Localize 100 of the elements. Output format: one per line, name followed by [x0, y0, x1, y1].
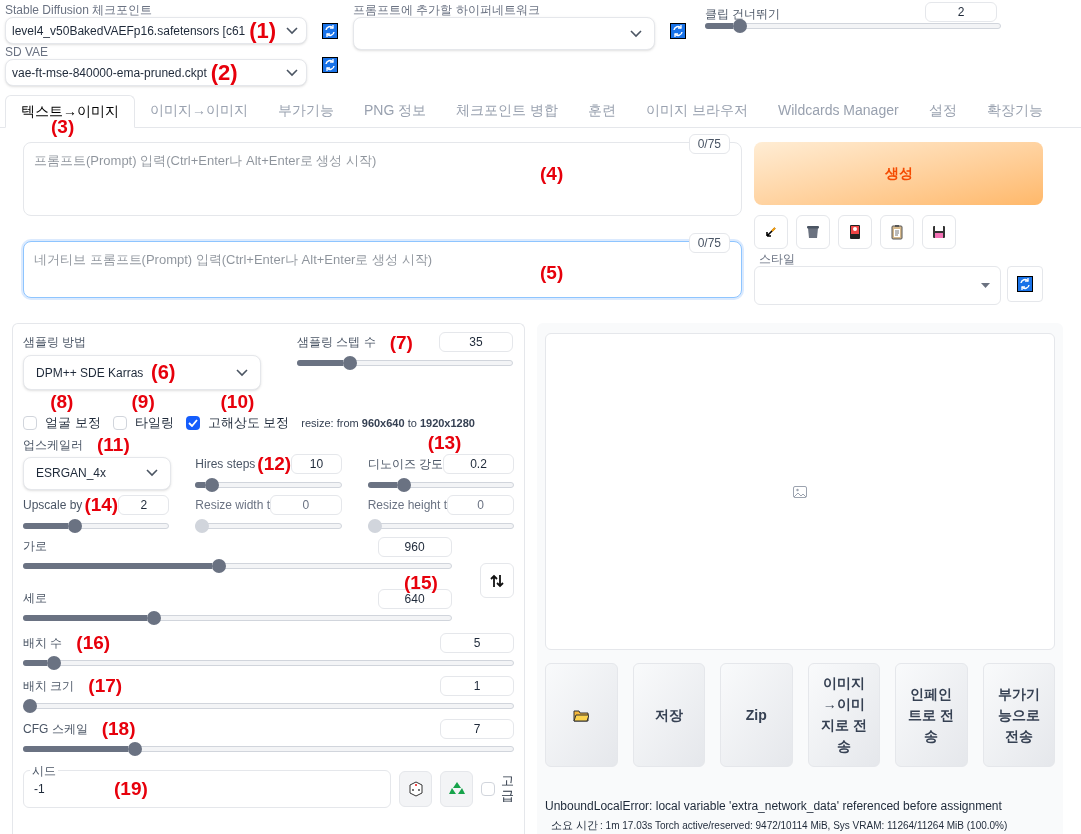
slider-thumb[interactable] — [147, 610, 162, 625]
number-field[interactable]: 0.2 — [443, 453, 514, 474]
slider-fill — [23, 522, 68, 529]
refresh-button[interactable] — [1007, 266, 1043, 302]
check-icon — [187, 418, 198, 427]
tool-button[interactable] — [922, 215, 956, 249]
swap-icon — [489, 573, 504, 588]
slider[interactable] — [23, 741, 514, 756]
slider[interactable] — [195, 477, 342, 492]
card-icon — [847, 224, 863, 240]
checkbox-option[interactable]: 타일링 — [112, 413, 174, 433]
number-field[interactable]: 5 — [440, 632, 514, 653]
reuse-seed-button[interactable] — [440, 770, 473, 807]
slider[interactable] — [367, 477, 514, 492]
annotation-label: (11) — [97, 435, 130, 454]
slider-label: Hires steps — [195, 455, 256, 473]
annotation-label: (9) — [131, 392, 155, 411]
dropdown[interactable]: DPM++ SDE Karras (6) — [23, 355, 261, 390]
slider-label: Resize height t — [367, 496, 448, 514]
slider-fill — [23, 659, 47, 666]
slider-label: 가로 — [23, 537, 47, 555]
output-button[interactable]: 부가기능으로 전송 — [982, 663, 1055, 767]
swap-button[interactable] — [479, 563, 514, 598]
slider[interactable] — [23, 610, 452, 625]
slider-thumb[interactable] — [343, 356, 358, 370]
token-counter: 0/75 — [688, 134, 730, 154]
slider[interactable] — [23, 698, 514, 713]
checkbox-option[interactable]: 고해상도 보정 — [185, 413, 290, 433]
slider-thumb[interactable] — [23, 698, 37, 713]
refresh-icon — [322, 57, 338, 73]
error-message: UnboundLocalError: local variable 'extra_network_data' referenced before assignment — [545, 798, 1003, 815]
number-field[interactable]: 2 — [118, 494, 170, 515]
token-counter: 0/75 — [688, 233, 730, 253]
slider[interactable] — [23, 518, 170, 533]
annotation-label: (2) — [210, 61, 238, 84]
output-button[interactable]: Zip — [720, 663, 793, 767]
annotation-label: (19) — [114, 779, 148, 798]
slider-fill — [297, 360, 344, 366]
annotation-label: (5) — [540, 263, 564, 282]
slider-label: Upscale by — [23, 496, 83, 514]
slider-thumb[interactable] — [127, 741, 142, 756]
chevron-icon — [236, 368, 248, 377]
number-field[interactable]: 2 — [925, 2, 997, 22]
annotation-label: (18) — [101, 719, 136, 738]
slider-label: 클립 건너뛰기 — [705, 6, 781, 23]
slider-thumb[interactable] — [733, 19, 748, 33]
dropdown[interactable]: ESRGAN_4x — [23, 456, 171, 490]
checkbox[interactable] — [481, 781, 495, 796]
number-field[interactable]: 35 — [439, 332, 513, 352]
slider-thumb[interactable] — [211, 558, 226, 573]
checkbox[interactable] — [112, 415, 127, 430]
slider[interactable] — [705, 19, 1001, 33]
slider-fill — [195, 481, 205, 488]
annotation-label: (7) — [389, 332, 413, 352]
random-seed-button[interactable] — [399, 770, 433, 807]
annotation-label: (13) — [427, 432, 462, 452]
slider[interactable] — [195, 518, 342, 533]
number-field[interactable]: 10 — [291, 453, 342, 474]
slider-fill — [705, 23, 734, 29]
checkbox[interactable] — [23, 415, 37, 430]
chevron-icon — [286, 26, 298, 35]
refresh-icon — [322, 23, 338, 39]
slider-label: 업스케일러 — [23, 436, 83, 454]
number-field[interactable]: 960 — [377, 536, 452, 557]
annotation-label: (10) — [220, 392, 255, 411]
checkbox-option[interactable]: 얼굴 보정 — [23, 413, 101, 433]
annotation-label: (4) — [540, 164, 564, 183]
checkbox[interactable] — [185, 415, 200, 430]
slider[interactable] — [23, 655, 514, 670]
slider-label: 디노이즈 강도 — [367, 455, 443, 473]
slider-thumb[interactable] — [204, 477, 219, 492]
dice-icon — [407, 780, 424, 797]
dropdown[interactable]: vae-ft-mse-840000-ema-pruned.ckpt (2) — [5, 59, 307, 86]
checkbox-option[interactable]: 고급 — [481, 774, 514, 803]
slider[interactable] — [367, 518, 514, 533]
slider-label: CFG 스케일 — [23, 720, 88, 738]
trash-icon — [805, 224, 821, 240]
slider-thumb[interactable] — [396, 477, 411, 492]
slider-label: 배치 수 — [23, 634, 63, 652]
slider[interactable] — [297, 356, 513, 370]
slider[interactable] — [23, 558, 452, 573]
slider-thumb[interactable] — [68, 518, 82, 533]
number-field[interactable]: 7 — [440, 718, 514, 739]
number-field[interactable]: 1 — [440, 675, 514, 696]
slider-label: 배치 크기 — [23, 677, 75, 695]
caret-icon — [981, 283, 990, 288]
dropdown[interactable]: level4_v50BakedVAEFp16.safetensors [c61 (1) — [5, 17, 307, 44]
slider-label: 샘플링 방법 — [23, 334, 87, 351]
chevron-icon — [286, 68, 298, 77]
output-button[interactable]: 인페인트로 전송 — [895, 663, 968, 767]
output-button[interactable]: 저장 — [632, 663, 705, 767]
chevron-icon — [630, 29, 642, 38]
tool-button[interactable] — [838, 215, 872, 249]
tool-button[interactable] — [796, 215, 830, 249]
output-button[interactable]: 이미지→이미지로 전송 — [807, 663, 880, 767]
slider-label: 세로 — [23, 589, 47, 607]
timing-info: : 1m 17.03s Torch active/reserved: 9472/10114 MiB, Sys VRAM: 11264/11264 MiB (100.0%) — [600, 819, 1008, 833]
field-label: 프롬프트에 추가할 하이퍼네트워크 — [353, 4, 541, 16]
image-icon — [792, 483, 808, 500]
slider-thumb[interactable] — [46, 655, 61, 670]
